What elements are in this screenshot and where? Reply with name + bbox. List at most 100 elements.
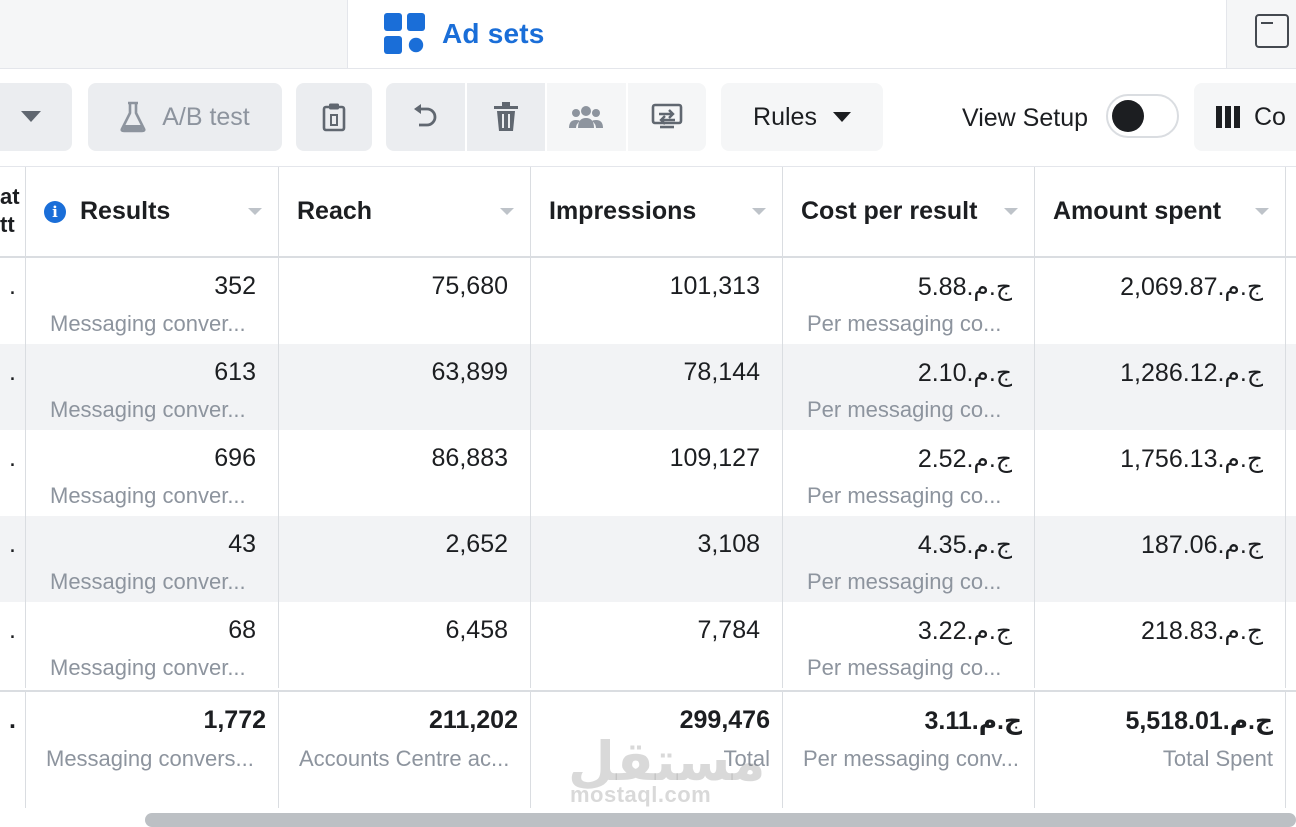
- impressions-value: 109,127: [669, 444, 760, 472]
- columns-icon: [1216, 106, 1240, 128]
- header-label: Results: [80, 197, 171, 225]
- reach-value: 6,458: [445, 616, 508, 644]
- impressions-cell: 101,313: [531, 258, 783, 344]
- info-icon[interactable]: i: [44, 200, 66, 223]
- column-header-amount-spent[interactable]: Amount spent: [1035, 167, 1286, 256]
- flask-icon: [120, 101, 146, 133]
- results-subtext: Messaging conver...: [50, 311, 246, 336]
- caret-down-icon[interactable]: [752, 208, 766, 215]
- table-row[interactable]: . 352 Messaging conver... 75,680 101,313 …: [0, 258, 1296, 344]
- caret-down-icon[interactable]: [1004, 208, 1018, 215]
- caret-down-icon: [832, 111, 851, 122]
- ab-test-button[interactable]: A/B test: [88, 83, 282, 151]
- stub-value: .: [9, 358, 16, 386]
- horizontal-scrollbar-thumb[interactable]: [145, 813, 1296, 827]
- duplicate-button[interactable]: [296, 83, 372, 151]
- toolbar: A/B test Rules View Setup Co: [0, 70, 1296, 166]
- table-row[interactable]: . 68 Messaging conver... 6,458 7,784 ج.م.…: [0, 602, 1296, 688]
- caret-down-icon[interactable]: [1255, 208, 1269, 215]
- cost-value: ج.م.2.10: [917, 359, 1012, 387]
- results-subtext: Messaging conver...: [50, 655, 246, 680]
- tab-campaigns[interactable]: [0, 0, 348, 68]
- results-cell: 352 Messaging conver...: [26, 258, 279, 344]
- stub-cell: .: [0, 602, 26, 688]
- results-subtext: Messaging conver...: [50, 483, 246, 508]
- cost-cell: ج.م.5.88 Per messaging co...: [783, 258, 1035, 344]
- results-value: 68: [228, 616, 256, 644]
- tab-ad-sets[interactable]: Ad sets: [362, 0, 1214, 68]
- results-value: 43: [228, 530, 256, 558]
- stub-cell: .: [0, 344, 26, 430]
- impressions-value: 101,313: [669, 272, 760, 300]
- total-cost-cell: ج.م.3.11 Per messaging conv...: [783, 692, 1035, 808]
- rules-button[interactable]: Rules: [721, 83, 883, 151]
- audience-button[interactable]: [547, 83, 628, 151]
- header-label: Impressions: [549, 197, 697, 225]
- results-value: 613: [214, 358, 256, 386]
- stub-value: .: [9, 444, 16, 472]
- view-setup-label: View Setup: [962, 103, 1089, 132]
- export-button[interactable]: [627, 83, 706, 151]
- create-dropdown-button[interactable]: [0, 83, 72, 151]
- cost-cell: ج.م.4.35 Per messaging co...: [783, 516, 1035, 602]
- cost-subtext: Per messaging co...: [807, 483, 1002, 508]
- total-impressions-value: 299,476: [679, 706, 770, 734]
- total-reach-subtext: Accounts Centre ac...: [299, 746, 510, 771]
- total-impressions-subtext: Total: [723, 746, 770, 771]
- impressions-cell: 7,784: [531, 602, 783, 688]
- column-header-impressions[interactable]: Impressions: [531, 167, 783, 256]
- stub-cell: .: [0, 692, 26, 808]
- stub-cell: .: [0, 516, 26, 602]
- edit-actions-group: [386, 83, 706, 151]
- spent-cell: ج.م.218.83: [1035, 602, 1286, 688]
- total-spent-cell: ج.م.5,518.01 Total Spent: [1035, 692, 1286, 808]
- impressions-cell: 78,144: [531, 344, 783, 430]
- undo-button[interactable]: [386, 83, 467, 151]
- impressions-value: 7,784: [697, 616, 760, 644]
- caret-down-icon[interactable]: [500, 208, 514, 215]
- table-row[interactable]: . 613 Messaging conver... 63,899 78,144 ج…: [0, 344, 1296, 430]
- results-value: 696: [214, 444, 256, 472]
- stub-header-label: at tt: [0, 184, 20, 237]
- cost-value: ج.م.5.88: [917, 273, 1012, 301]
- table-row[interactable]: . 43 Messaging conver... 2,652 3,108 ج.م.…: [0, 516, 1296, 602]
- caret-down-icon[interactable]: [248, 208, 262, 215]
- table-row[interactable]: . 696 Messaging conver... 86,883 109,127 …: [0, 430, 1296, 516]
- reach-cell: 63,899: [279, 344, 531, 430]
- chevron-down-icon: [21, 111, 41, 122]
- clipboard-icon: [322, 103, 346, 132]
- divider: [0, 68, 1296, 69]
- columns-button[interactable]: Co: [1194, 83, 1296, 151]
- impressions-cell: 109,127: [531, 430, 783, 516]
- total-cost-subtext: Per messaging conv...: [803, 746, 1020, 771]
- spent-value: ج.م.218.83: [1141, 617, 1263, 645]
- column-header-cost-per-result[interactable]: Cost per result: [783, 167, 1035, 256]
- stub-value: .: [9, 272, 16, 300]
- cost-subtext: Per messaging co...: [807, 655, 1002, 680]
- column-header-results[interactable]: i Results: [26, 167, 279, 256]
- impressions-value: 3,108: [697, 530, 760, 558]
- cost-value: ج.م.2.52: [917, 445, 1012, 473]
- cost-subtext: Per messaging co...: [807, 569, 1002, 594]
- cost-value: ج.م.3.22: [917, 617, 1012, 645]
- spent-value: ج.م.2,069.87: [1120, 273, 1263, 301]
- delete-button[interactable]: [466, 83, 547, 151]
- total-results-cell: 1,772 Messaging convers...: [26, 692, 279, 808]
- stub-value: .: [9, 706, 16, 734]
- cost-cell: ج.م.3.22 Per messaging co...: [783, 602, 1035, 688]
- cost-cell: ج.م.2.10 Per messaging co...: [783, 344, 1035, 430]
- cost-subtext: Per messaging co...: [807, 397, 1002, 422]
- people-icon: [569, 106, 604, 128]
- total-reach-value: 211,202: [429, 706, 518, 734]
- header-label: Cost per result: [801, 197, 978, 225]
- results-subtext: Messaging conver...: [50, 569, 246, 594]
- results-cell: 613 Messaging conver...: [26, 344, 279, 430]
- reach-value: 2,652: [445, 530, 508, 558]
- view-setup-toggle[interactable]: [1106, 94, 1179, 138]
- tab-ads[interactable]: [1226, 0, 1296, 68]
- rules-label: Rules: [753, 102, 817, 131]
- total-row: . 1,772 Messaging convers... 211,202 Accou…: [0, 690, 1296, 808]
- tab-title: Ad sets: [442, 18, 545, 49]
- column-header-reach[interactable]: Reach: [279, 167, 531, 256]
- spent-value: ج.م.1,756.13: [1120, 445, 1263, 473]
